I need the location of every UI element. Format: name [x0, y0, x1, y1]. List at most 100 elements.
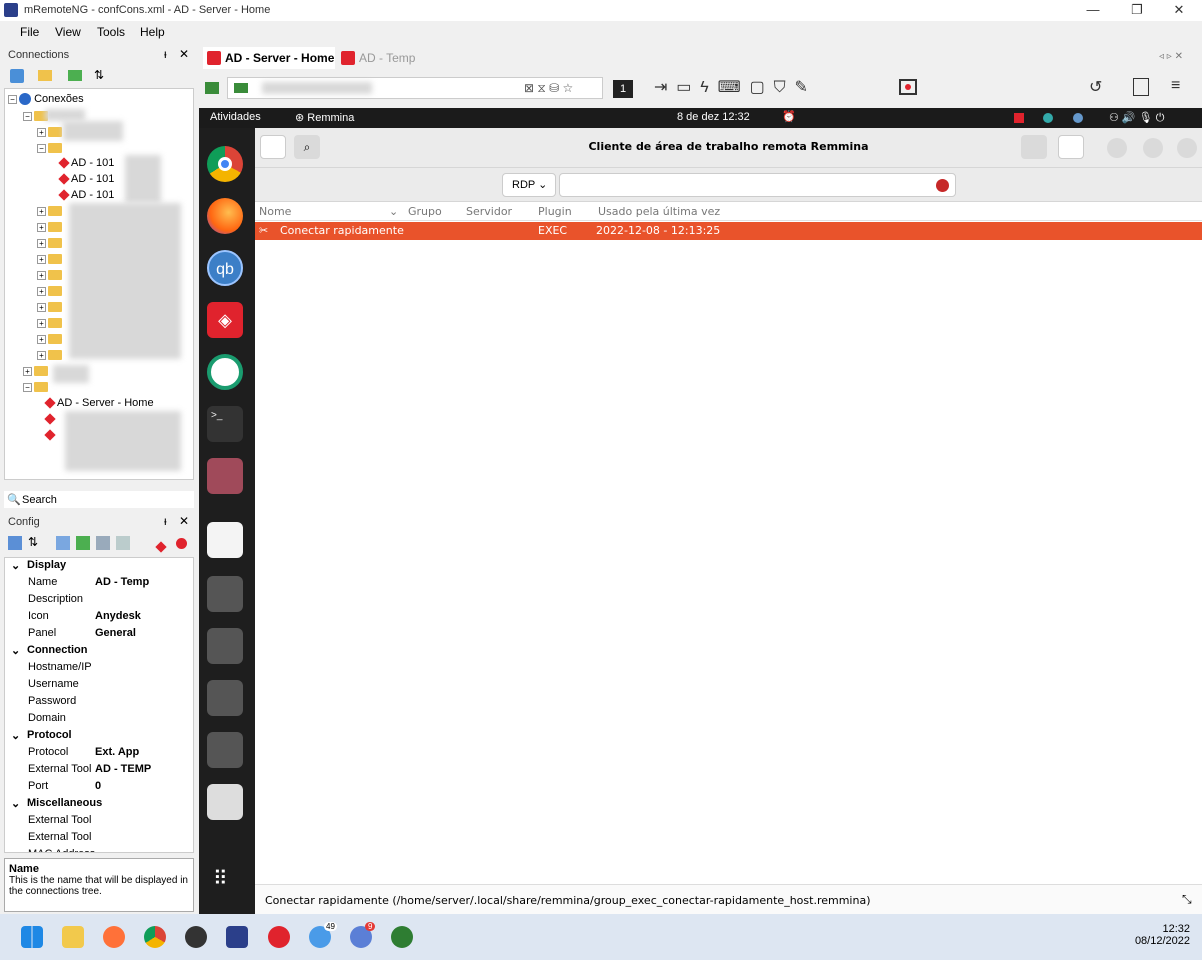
default-props-icon[interactable]	[96, 536, 110, 550]
col-grupo[interactable]: Grupo	[408, 205, 442, 218]
clock[interactable]: 8 de dez 12:32	[677, 111, 750, 123]
files-icon[interactable]	[207, 458, 243, 494]
server-input[interactable]	[559, 173, 956, 197]
view-toggle-button[interactable]	[1021, 135, 1047, 159]
maximize-button[interactable]	[1143, 138, 1163, 158]
trash-icon[interactable]	[207, 784, 243, 820]
view-icon[interactable]	[68, 70, 82, 81]
sort-icon[interactable]: ⇅	[94, 68, 104, 82]
firefox-icon[interactable]	[207, 198, 243, 234]
tree-item-selected[interactable]: AD - Server - Home	[43, 397, 154, 409]
tree-item[interactable]: AD - 101	[57, 173, 114, 185]
screen-record-icon[interactable]	[899, 79, 917, 95]
toolbar-actions[interactable]: ⇥ ▭ ϟ ⌨ ▢ ⛉ ✎	[654, 77, 808, 97]
disk-icon[interactable]	[207, 628, 243, 664]
firefox-taskbar-icon[interactable]	[103, 926, 125, 948]
menu-tools[interactable]: Tools	[97, 25, 125, 39]
menu-icon[interactable]: ≡	[1171, 77, 1180, 95]
clear-icon[interactable]	[936, 179, 949, 192]
tree-item[interactable]: AD - 101	[57, 189, 114, 201]
close-panel-icon[interactable]: ✕	[179, 47, 189, 61]
property-row[interactable]: Password	[5, 695, 185, 712]
col-servidor[interactable]: Servidor	[466, 205, 512, 218]
property-row[interactable]: MAC Address	[5, 848, 185, 852]
property-row[interactable]: Icon Anydesk	[5, 610, 185, 627]
mremoteng-taskbar-icon[interactable]	[226, 926, 248, 948]
tab-ad-server-home[interactable]: AD - Server - Home	[203, 47, 335, 69]
pin-icon[interactable]: ᵻ	[164, 514, 167, 528]
remmina-icon[interactable]	[207, 354, 243, 390]
property-value[interactable]: Ext. App	[95, 746, 139, 758]
app-grid-icon[interactable]: ⠿	[213, 866, 228, 891]
properties-icon[interactable]	[56, 536, 70, 550]
property-row[interactable]: Port 0	[5, 780, 185, 797]
col-nome[interactable]: Nome	[259, 205, 291, 218]
search-box[interactable]: 🔍 Search	[4, 491, 194, 508]
history-icon[interactable]: ↺	[1089, 77, 1102, 97]
taskbar-clock[interactable]: 12:32 08/12/2022	[1120, 923, 1190, 947]
property-row[interactable]: External Tool AD - TEMP	[5, 763, 185, 780]
tray-icon[interactable]	[1073, 113, 1083, 123]
property-value[interactable]: AD - Temp	[95, 576, 149, 588]
default-inherit-icon[interactable]	[116, 536, 130, 550]
connection-tree[interactable]: − Conexões − + − AD - 101 AD - 101 AD - …	[4, 88, 194, 480]
anydesk-dock-icon[interactable]: ◈	[207, 302, 243, 338]
tree-item[interactable]: AD - 101	[57, 157, 114, 169]
close-button[interactable]: ✕	[1156, 1, 1202, 20]
property-category[interactable]: ⌄ Connection	[5, 644, 185, 661]
col-plugin[interactable]: Plugin	[538, 205, 572, 218]
property-row[interactable]: Protocol Ext. App	[5, 746, 185, 763]
table-row[interactable]: ✂ Conectar rapidamente EXEC 2022-12-08 -…	[255, 222, 1202, 240]
property-category[interactable]: ⌄ Display	[5, 559, 185, 576]
qbittorrent-icon[interactable]: qb	[207, 250, 243, 286]
tab-nav-icon[interactable]: ◃ ▹ ✕	[1159, 51, 1183, 62]
resize-grip-icon[interactable]: ⤡	[1182, 892, 1192, 907]
keepass-icon[interactable]	[185, 926, 207, 948]
property-row[interactable]: External Tool	[5, 831, 185, 848]
property-value[interactable]: Anydesk	[95, 610, 141, 622]
categorized-icon[interactable]	[8, 536, 22, 550]
anydesk-tray-icon[interactable]	[1014, 113, 1024, 123]
address-icons[interactable]: ⊠ ⧖ ⛁ ☆	[524, 81, 573, 96]
property-category[interactable]: ⌄ Protocol	[5, 729, 185, 746]
menu-view[interactable]: View	[55, 25, 81, 39]
chrome-icon[interactable]	[207, 146, 243, 182]
chrome-taskbar-icon[interactable]	[144, 926, 166, 948]
close-button[interactable]	[1177, 138, 1197, 158]
address-bar[interactable]: ⊠ ⧖ ⛁ ☆	[227, 77, 603, 99]
new-connection-icon[interactable]	[10, 69, 24, 83]
record-icon[interactable]	[176, 538, 187, 549]
protocol-select[interactable]: RDP ⌄	[502, 173, 556, 197]
property-category[interactable]: ⌄ Miscellaneous	[5, 797, 185, 814]
close-panel-icon[interactable]: ✕	[179, 514, 189, 528]
inheritance-icon[interactable]	[76, 536, 90, 550]
opera-icon[interactable]	[268, 926, 290, 948]
activities-button[interactable]: Atividades	[210, 111, 261, 123]
property-value[interactable]: 0	[95, 780, 101, 792]
app-menu[interactable]: ⊛ Remmina	[295, 111, 354, 124]
text-editor-icon[interactable]	[207, 522, 243, 558]
menu-file[interactable]: File	[20, 25, 39, 39]
explorer-icon[interactable]	[62, 926, 84, 948]
download-icon[interactable]	[1133, 78, 1149, 96]
property-row[interactable]: External Tool	[5, 814, 185, 831]
restore-button[interactable]: ❐	[1114, 1, 1160, 20]
menu-button[interactable]	[1058, 135, 1084, 159]
new-folder-icon[interactable]	[38, 70, 52, 81]
col-last-used[interactable]: Usado pela última vez	[598, 205, 720, 218]
minimize-button[interactable]: —	[1070, 1, 1116, 20]
menu-help[interactable]: Help	[140, 25, 165, 39]
tree-root[interactable]: − Conexões	[8, 93, 84, 106]
property-row[interactable]: Domain	[5, 712, 185, 729]
tray-icon[interactable]	[1043, 113, 1053, 123]
property-row[interactable]: Panel General	[5, 627, 185, 644]
disk-icon[interactable]	[207, 576, 243, 612]
property-grid[interactable]: ⌄ Display Name AD - Temp Description Icon Anyd…	[4, 557, 194, 853]
property-value[interactable]: AD - TEMP	[95, 763, 151, 775]
tab-ad-temp[interactable]: AD - Temp	[337, 47, 417, 69]
system-tray-icons[interactable]: ⚇ 🔊 🎙 ⏻	[1109, 111, 1164, 125]
property-row[interactable]: Username	[5, 678, 185, 695]
property-row[interactable]: Name AD - Temp	[5, 576, 185, 593]
evernote-icon[interactable]	[391, 926, 413, 948]
property-row[interactable]: Description	[5, 593, 185, 610]
